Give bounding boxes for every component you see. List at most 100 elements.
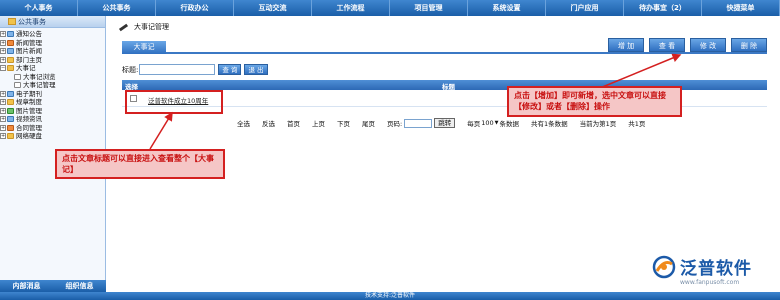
callout-title: 点击文章标题可以直接进入查看整个【大事记】 <box>55 149 225 179</box>
per-page-suffix: 条数据 <box>499 120 519 128</box>
top-nav: 个人事务 公共事务 行政办公 互动交流 工作流程 项目管理 系统设置 门户应用 … <box>0 0 780 16</box>
document-icon <box>14 73 21 80</box>
sidebar-item-label: 网络硬盘 <box>16 132 42 140</box>
sidebar-item-label: 合同管理 <box>16 123 42 132</box>
sidebar-item-label: 大事记 <box>16 64 36 72</box>
total-pages: 共1页 <box>628 120 646 128</box>
sidebar-item-contract[interactable]: + 合同管理 <box>0 124 105 133</box>
page-number-group: 页码: 跳转 <box>387 118 456 128</box>
disk-icon <box>7 133 14 140</box>
sidebar-item-netdisk[interactable]: + 网络硬盘 <box>0 132 105 141</box>
footer: 技术支持:泛普软件 <box>0 292 780 300</box>
nav-admin[interactable]: 行政办公 <box>156 0 234 16</box>
nav-todo[interactable]: 待办事宜（2） <box>624 0 702 16</box>
sidebar-item-news[interactable]: + 新闻管理 <box>0 39 105 48</box>
sidebar-item-label: 图片管理 <box>16 106 42 115</box>
notice-icon <box>7 31 14 38</box>
nav-project[interactable]: 项目管理 <box>390 0 468 16</box>
sidebar-item-notice[interactable]: + 通知公告 <box>0 30 105 39</box>
nav-portal[interactable]: 门户应用 <box>546 0 624 16</box>
current-page: 当前为第1页 <box>579 120 617 128</box>
tab-events[interactable]: 大事记 <box>122 41 166 54</box>
sidebar-header: 公共事务 <box>0 16 105 28</box>
sidebar-footer: 内部消息 组织信息 <box>0 280 106 292</box>
image-icon <box>7 48 14 55</box>
per-page-group: 每页 100 ▼ 条数据 <box>467 118 519 128</box>
rules-icon <box>7 99 14 106</box>
logo-mark-icon <box>652 255 676 278</box>
nav-workflow[interactable]: 工作流程 <box>312 0 390 16</box>
sidebar-item-video[interactable]: + 视频资讯 <box>0 115 105 124</box>
sidebar-item-label: 新闻管理 <box>16 38 42 47</box>
sidebar-item-rules[interactable]: + 规章制度 <box>0 98 105 107</box>
exit-button[interactable]: 退 出 <box>244 64 268 75</box>
expand-icon[interactable]: + <box>0 116 6 123</box>
news-icon <box>7 39 14 46</box>
expand-icon[interactable]: + <box>0 39 6 46</box>
sidebar-title: 公共事务 <box>18 17 46 26</box>
home-icon <box>7 56 14 63</box>
last-page-link[interactable]: 尾页 <box>362 118 375 128</box>
expand-icon[interactable]: + <box>0 124 6 131</box>
sidebar-item-events-manage[interactable]: 大事记管理 <box>0 81 105 90</box>
internal-messages-link[interactable]: 内部消息 <box>13 281 41 291</box>
select-all-link[interactable]: 全选 <box>237 118 250 128</box>
contract-icon <box>7 124 14 131</box>
document-icon <box>14 82 21 89</box>
nav-shortcuts[interactable]: 快捷菜单 <box>702 0 780 16</box>
column-header-title: 标题 <box>442 83 455 91</box>
page-number-input[interactable] <box>404 118 433 128</box>
jump-button[interactable]: 跳转 <box>434 118 456 128</box>
highlight-box <box>125 90 223 114</box>
per-page-select[interactable]: 100 <box>481 119 493 127</box>
view-button[interactable]: 查 看 <box>649 38 685 52</box>
sidebar-item-image-manage[interactable]: + 图片管理 <box>0 107 105 116</box>
sidebar-item-label: 部门主页 <box>16 55 42 64</box>
sidebar-item-events-browse[interactable]: 大事记浏览 <box>0 73 105 82</box>
expand-icon[interactable]: + <box>0 133 6 140</box>
add-button[interactable]: 增 加 <box>608 38 644 52</box>
next-page-link[interactable]: 下页 <box>337 118 350 128</box>
title-search-input[interactable] <box>139 64 216 75</box>
expand-icon[interactable]: + <box>0 31 6 38</box>
sidebar-item-events[interactable]: − 大事记 <box>0 64 105 73</box>
logo-url: www.fanpusoft.com <box>680 279 740 286</box>
pagination: 全选 反选 首页 上页 下页 尾页 页码: 跳转 每页 100 ▼ 条数据 共有… <box>237 118 645 128</box>
page-title: 大事记管理 <box>134 23 169 31</box>
action-toolbar: 增 加 查 看 修 改 删 除 <box>608 38 767 52</box>
search-bar: 标题: 查 询 退 出 <box>122 64 268 75</box>
nav-personal[interactable]: 个人事务 <box>0 0 78 16</box>
first-page-link[interactable]: 首页 <box>287 118 300 128</box>
expand-icon[interactable]: + <box>0 90 6 97</box>
nav-settings[interactable]: 系统设置 <box>468 0 546 16</box>
sidebar-item-dept-home[interactable]: + 部门主页 <box>0 56 105 65</box>
video-icon <box>7 116 14 123</box>
delete-button[interactable]: 删 除 <box>731 38 767 52</box>
edit-button[interactable]: 修 改 <box>690 38 726 52</box>
nav-public[interactable]: 公共事务 <box>78 0 156 16</box>
expand-icon[interactable]: + <box>0 99 6 106</box>
sidebar-item-ejournal[interactable]: + 电子期刊 <box>0 90 105 99</box>
sidebar-tree: + 通知公告 + 新闻管理 + 图片新闻 + 部门主页 − 大事记 大事记浏览 <box>0 28 105 141</box>
chevron-down-icon[interactable]: ▼ <box>495 120 499 126</box>
tab-bar: 大事记 增 加 查 看 修 改 删 除 <box>122 38 767 54</box>
invert-selection-link[interactable]: 反选 <box>262 118 275 128</box>
org-info-link[interactable]: 组织信息 <box>66 281 94 291</box>
total-records: 共有1条数据 <box>530 120 568 128</box>
sidebar-item-label: 通知公告 <box>16 30 42 38</box>
sidebar-item-label: 大事记浏览 <box>23 72 56 81</box>
search-label: 标题: <box>122 65 139 74</box>
collapse-icon[interactable]: − <box>0 65 6 72</box>
sidebar-item-image-news[interactable]: + 图片新闻 <box>0 47 105 56</box>
expand-icon[interactable]: + <box>0 48 6 55</box>
image-icon <box>7 107 14 114</box>
expand-icon[interactable]: + <box>0 56 6 63</box>
sidebar-item-label: 电子期刊 <box>16 89 42 98</box>
query-button[interactable]: 查 询 <box>218 64 242 75</box>
prev-page-link[interactable]: 上页 <box>312 118 325 128</box>
callout-actions: 点击【增加】即可新增，选中文章可以直接【修改】或者【删除】操作 <box>507 86 682 117</box>
folder-icon <box>7 65 14 72</box>
nav-interaction[interactable]: 互动交流 <box>234 0 312 16</box>
expand-icon[interactable]: + <box>0 107 6 114</box>
page-number-label: 页码: <box>387 120 403 128</box>
